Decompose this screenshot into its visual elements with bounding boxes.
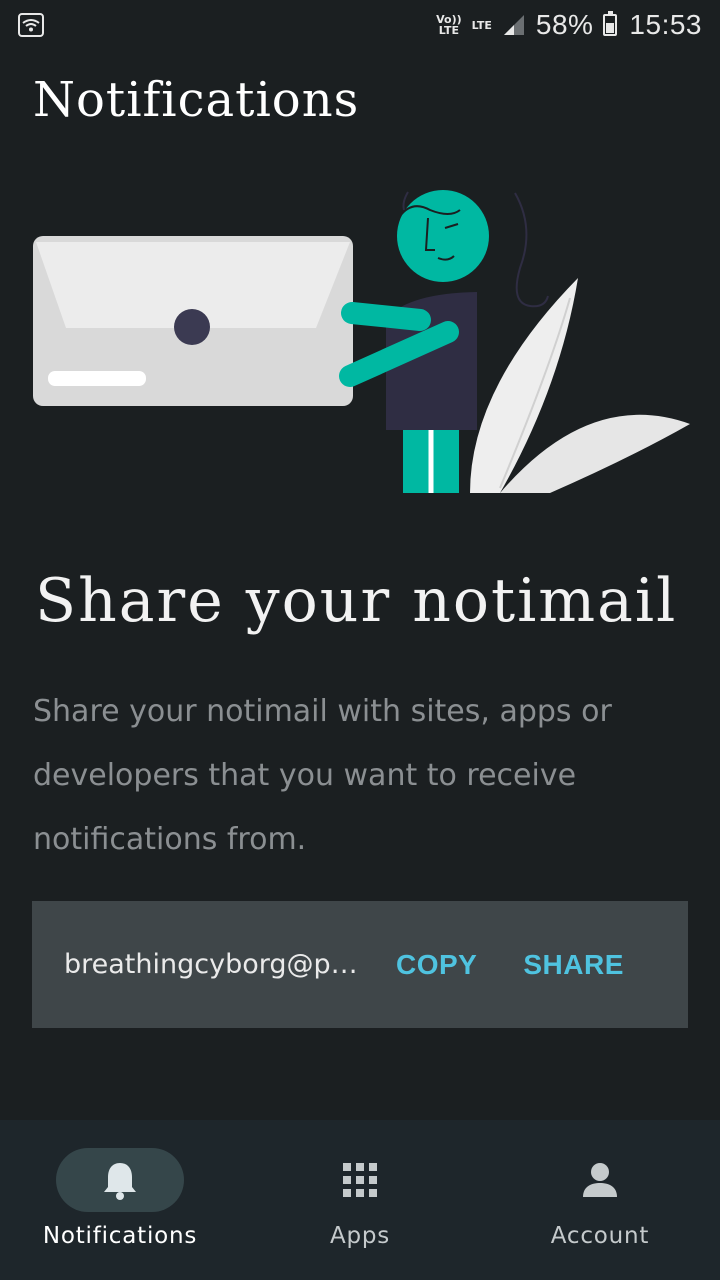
bottom-navigation: Notifications Apps Account [0,1120,720,1280]
nav-label-account: Account [550,1223,650,1249]
nav-label-notifications: Notifications [42,1223,198,1249]
clock: 15:53 [629,9,702,40]
notimail-address: breathingcyborg@pu... [64,949,360,980]
status-bar: Vo)) LTE LTE 58% 15:53 [0,0,720,50]
nav-item-account[interactable]: Account [480,1120,720,1280]
person-icon [580,1160,620,1200]
wifi-icon [18,13,44,37]
page-title: Notifications [33,72,360,128]
notimail-card: breathingcyborg@pu... COPY SHARE [32,901,688,1028]
battery-percent: 58% [535,9,594,40]
signal-icon [503,15,524,35]
share-description: Share your notimail with sites, apps or … [33,694,612,857]
nav-label-apps: Apps [329,1223,391,1249]
bell-icon [100,1160,140,1200]
share-button[interactable]: SHARE [523,949,624,981]
battery-icon [603,11,618,36]
envelope-illustration [33,190,690,493]
share-headline: Share your notimail [35,566,678,636]
volte-indicator: Vo)) LTE [436,13,462,37]
nav-item-apps[interactable]: Apps [240,1120,480,1280]
copy-button[interactable]: COPY [396,949,477,981]
nav-item-notifications[interactable]: Notifications [0,1120,240,1280]
apps-grid-icon [340,1160,380,1200]
lte-indicator: LTE [471,18,492,32]
